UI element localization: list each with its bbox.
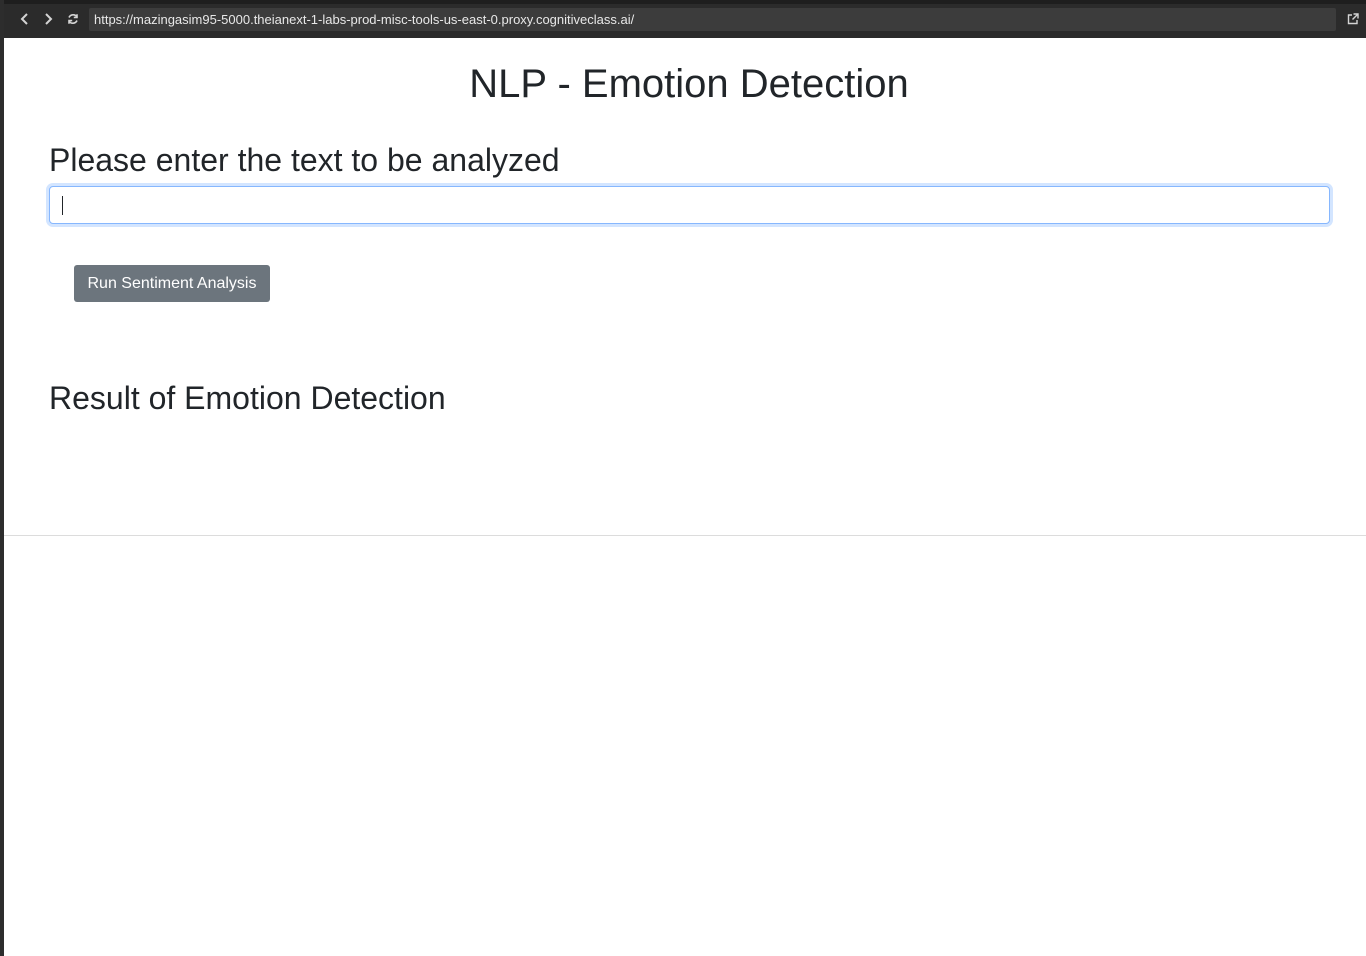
reload-graphic <box>68 14 78 24</box>
browser-window: https://mazingasim95-5000.theianext-1-la… <box>0 0 1366 956</box>
page-content: NLP - Emotion Detection Please enter the… <box>4 38 1366 536</box>
browser-toolbar: https://mazingasim95-5000.theianext-1-la… <box>0 0 1366 38</box>
text-to-analyze-input[interactable] <box>49 186 1330 224</box>
forward-arrow-graphic <box>45 13 53 25</box>
open-external-graphic <box>1347 13 1359 25</box>
chevron-right-icon[interactable] <box>39 10 57 28</box>
chevron-left-icon[interactable] <box>16 10 34 28</box>
open-external-icon[interactable] <box>1344 10 1362 28</box>
reload-icon[interactable] <box>64 10 82 28</box>
page-title: NLP - Emotion Detection <box>469 62 909 106</box>
toolbar-top-strip <box>0 0 1366 4</box>
run-sentiment-analysis-button[interactable]: Run Sentiment Analysis <box>74 265 270 302</box>
prompt-heading: Please enter the text to be analyzed <box>49 142 560 178</box>
result-heading: Result of Emotion Detection <box>49 380 446 416</box>
url-bar[interactable]: https://mazingasim95-5000.theianext-1-la… <box>89 8 1336 31</box>
back-arrow-graphic <box>20 13 28 25</box>
text-caret <box>62 196 63 215</box>
result-output <box>49 430 1330 454</box>
